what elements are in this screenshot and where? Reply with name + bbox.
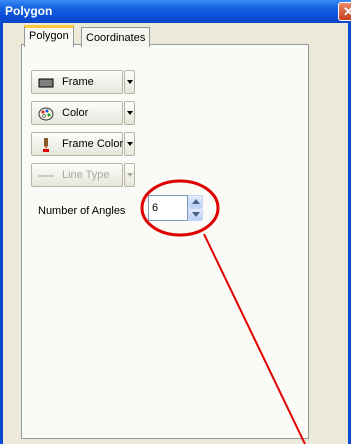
color-button-label: Color (62, 107, 89, 119)
palette-icon (38, 107, 54, 121)
frame-swatch-icon (38, 76, 54, 90)
window-title: Polygon (5, 4, 53, 18)
frame-split-button: Frame (31, 70, 135, 94)
number-of-angles-stepper (188, 195, 203, 221)
frame-button[interactable]: Frame (31, 70, 123, 94)
title-bar[interactable]: Polygon ✕ (0, 0, 351, 23)
close-button[interactable]: ✕ (338, 2, 351, 21)
frame-color-button-label: Frame Color (62, 138, 124, 150)
stepper-up-button[interactable] (188, 195, 203, 208)
frame-color-split-button: Frame Color (31, 132, 135, 156)
frame-button-label: Frame (62, 76, 94, 88)
line-type-button-label: Line Type (62, 169, 110, 181)
color-button[interactable]: Color (31, 101, 123, 125)
number-of-angles-label: Number of Angles (38, 205, 126, 217)
color-split-button: Color (31, 101, 135, 125)
color-dropdown-arrow[interactable] (124, 101, 135, 125)
number-of-angles-input[interactable] (148, 195, 188, 221)
pen-icon (38, 138, 54, 152)
line-type-button[interactable]: Line Type (31, 163, 123, 187)
frame-color-button[interactable]: Frame Color (31, 132, 123, 156)
tab-polygon[interactable]: Polygon (24, 25, 74, 47)
polygon-window: Polygon ✕ Polygon Coordinates Frame Colo… (0, 0, 351, 444)
frame-color-dropdown-arrow[interactable] (124, 132, 135, 156)
stepper-down-button[interactable] (188, 208, 203, 221)
line-type-split-button: Line Type (31, 163, 135, 187)
tab-coordinates[interactable]: Coordinates (81, 27, 151, 47)
line-type-icon (38, 169, 54, 183)
frame-dropdown-arrow[interactable] (124, 70, 135, 94)
line-type-dropdown-arrow[interactable] (124, 163, 135, 187)
